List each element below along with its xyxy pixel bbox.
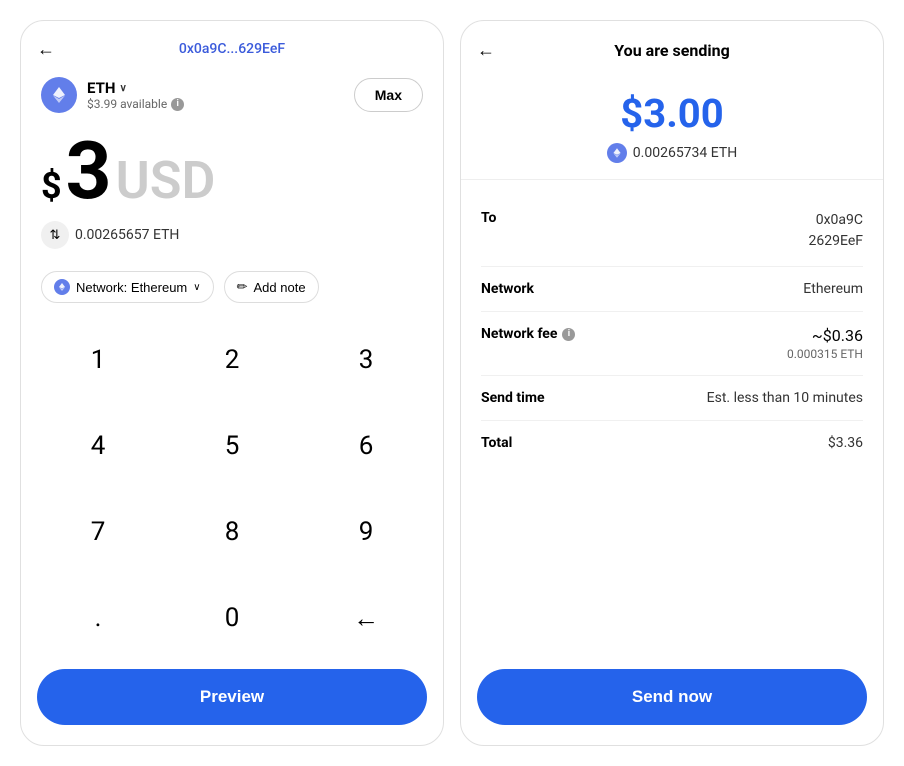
- token-dropdown-chevron: ∨: [119, 83, 126, 94]
- amount-number: 3: [66, 131, 112, 211]
- fee-eth-value: 0.000315 ETH: [787, 347, 863, 361]
- right-header: ← You are sending: [461, 21, 883, 72]
- preview-button[interactable]: Preview: [37, 669, 427, 725]
- network-detail-label: Network: [481, 281, 534, 297]
- balance-info-icon[interactable]: i: [171, 98, 184, 111]
- left-back-button[interactable]: ←: [37, 39, 55, 60]
- total-value: $3.36: [828, 435, 863, 451]
- token-row: ETH ∨ $3.99 available i Max: [21, 69, 443, 121]
- options-row: Network: Ethereum ∨ ✏ Add note: [21, 263, 443, 317]
- numpad-key-8[interactable]: 8: [165, 489, 299, 575]
- numpad-key-5[interactable]: 5: [165, 403, 299, 489]
- add-note-button[interactable]: ✏ Add note: [224, 271, 319, 303]
- transaction-details: To 0x0a9C 2629EeF Network Ethereum Netwo…: [461, 180, 883, 661]
- recipient-address: 0x0a9C 2629EeF: [809, 210, 863, 252]
- wallet-address[interactable]: 0x0a9C...629EeF: [179, 41, 285, 57]
- send-time-label: Send time: [481, 390, 545, 406]
- left-header: ← 0x0a9C...629EeF: [21, 21, 443, 69]
- total-row: Total $3.36: [481, 421, 863, 465]
- eth-equivalent-value: 0.00265657 ETH: [75, 227, 179, 243]
- numpad-key-1[interactable]: 1: [31, 317, 165, 403]
- fee-value: ~$0.36 0.000315 ETH: [787, 326, 863, 361]
- amount-display: $ 3 USD: [21, 121, 443, 215]
- numpad-key-backspace[interactable]: ←: [299, 575, 433, 661]
- numpad-key-7[interactable]: 7: [31, 489, 165, 575]
- network-detail-value: Ethereum: [803, 281, 863, 297]
- send-time-row: Send time Est. less than 10 minutes: [481, 376, 863, 421]
- sending-amount-section: $3.00 0.00265734 ETH: [461, 72, 883, 180]
- to-label: To: [481, 210, 496, 226]
- token-details: ETH ∨ $3.99 available i: [87, 79, 184, 111]
- sending-eth-row: 0.00265734 ETH: [607, 143, 737, 163]
- numpad-key-dot[interactable]: .: [31, 575, 165, 661]
- network-row: Network Ethereum: [481, 267, 863, 312]
- total-label: Total: [481, 435, 512, 451]
- token-name-row[interactable]: ETH ∨: [87, 79, 184, 97]
- amount-currency: USD: [116, 155, 216, 207]
- token-symbol: ETH: [87, 79, 115, 97]
- token-info: ETH ∨ $3.99 available i: [41, 77, 184, 113]
- send-time-value: Est. less than 10 minutes: [707, 390, 863, 406]
- fee-label: Network fee: [481, 326, 557, 342]
- sending-eth-amount: 0.00265734 ETH: [633, 145, 737, 161]
- send-now-button[interactable]: Send now: [477, 669, 867, 725]
- fee-usd-value: ~$0.36: [812, 326, 863, 345]
- swap-currency-button[interactable]: ⇅: [41, 221, 69, 249]
- fee-label-container: Network fee i: [481, 326, 575, 342]
- eth-token-icon: [41, 77, 77, 113]
- numpad-key-0[interactable]: 0: [165, 575, 299, 661]
- eth-equivalent-row: ⇅ 0.00265657 ETH: [21, 215, 443, 263]
- token-balance: $3.99 available i: [87, 97, 184, 111]
- network-label: Network: Ethereum: [76, 280, 187, 295]
- to-row: To 0x0a9C 2629EeF: [481, 196, 863, 267]
- numpad: 1 2 3 4 5 6 7 8 9 . 0 ←: [21, 317, 443, 661]
- network-eth-icon: [54, 279, 70, 295]
- network-chevron-icon: ∨: [193, 282, 200, 293]
- pencil-icon: ✏: [237, 279, 248, 295]
- numpad-key-3[interactable]: 3: [299, 317, 433, 403]
- dollar-sign: $: [41, 165, 62, 207]
- fee-info-icon[interactable]: i: [562, 328, 575, 341]
- fee-row: Network fee i ~$0.36 0.000315 ETH: [481, 312, 863, 376]
- right-header-title: You are sending: [614, 41, 729, 60]
- numpad-key-9[interactable]: 9: [299, 489, 433, 575]
- sending-eth-icon: [607, 143, 627, 163]
- right-back-button[interactable]: ←: [477, 40, 495, 61]
- network-selector-button[interactable]: Network: Ethereum ∨: [41, 271, 214, 303]
- numpad-key-4[interactable]: 4: [31, 403, 165, 489]
- sending-usd-amount: $3.00: [620, 90, 723, 137]
- numpad-key-6[interactable]: 6: [299, 403, 433, 489]
- max-button[interactable]: Max: [354, 78, 423, 112]
- numpad-key-2[interactable]: 2: [165, 317, 299, 403]
